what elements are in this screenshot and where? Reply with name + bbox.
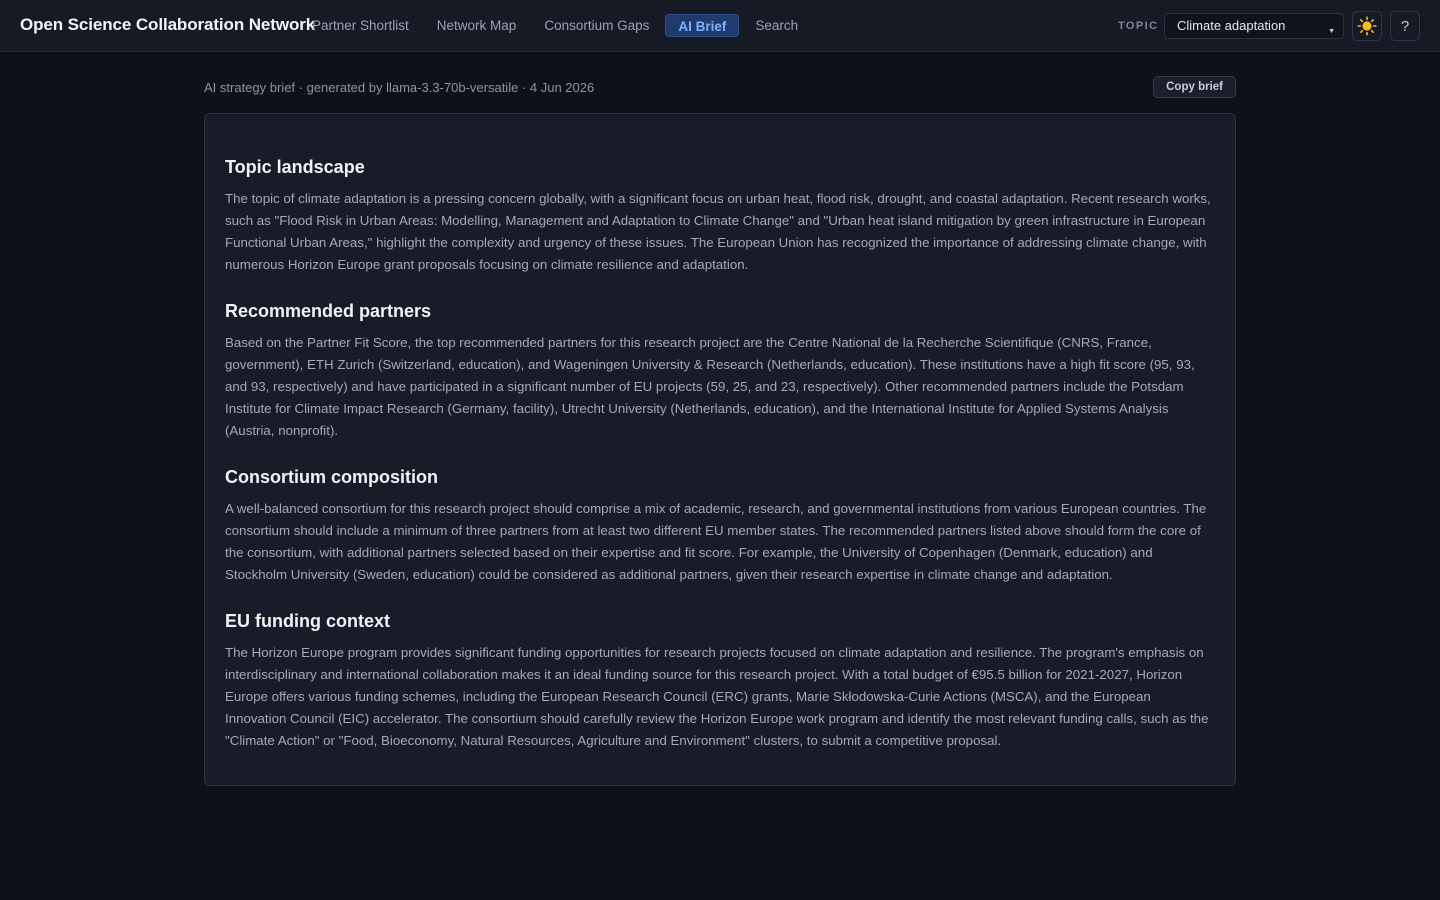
section-body: The Horizon Europe program provides sign…	[225, 645, 1209, 748]
help-icon: ?	[1400, 17, 1410, 35]
chevron-down-icon: ▼	[1328, 28, 1335, 35]
section-heading: Consortium composition	[225, 467, 438, 487]
nav-tab-ai-brief[interactable]: AI Brief	[665, 14, 740, 37]
theme-toggle-button[interactable]	[1352, 11, 1382, 41]
nav-tab-network-map[interactable]: Network Map	[425, 14, 529, 37]
nav-tab-search[interactable]: Search	[743, 14, 810, 37]
topic-select[interactable]: Climate adaptation ▼	[1164, 13, 1344, 39]
brief-section: Consortium composition A well-balanced c…	[225, 466, 1215, 586]
topic-select-value: Climate adaptation	[1177, 18, 1286, 33]
brief-section: EU funding context The Horizon Europe pr…	[225, 610, 1215, 752]
topic-label: TOPIC	[1118, 20, 1159, 32]
section-body: A well-balanced consortium for this rese…	[225, 501, 1207, 582]
brief-meta-row: AI strategy brief · generated by llama-3…	[204, 76, 1236, 100]
brief-section: Topic landscape The topic of climate ada…	[225, 156, 1215, 276]
section-heading: Recommended partners	[225, 301, 432, 321]
top-navigation-bar: Open Science Collaboration Network Partn…	[0, 0, 1440, 52]
brief-card: Topic landscape The topic of climate ada…	[204, 113, 1236, 786]
nav-tab-consortium-gaps[interactable]: Consortium Gaps	[532, 14, 661, 37]
main-nav: Partner Shortlist Network Map Consortium…	[300, 14, 810, 37]
section-body: Based on the Partner Fit Score, the top …	[225, 335, 1195, 438]
section-heading: Topic landscape	[225, 157, 365, 177]
app-title: Open Science Collaboration Network	[20, 15, 316, 34]
nav-tab-partner-shortlist[interactable]: Partner Shortlist	[300, 14, 421, 37]
sun-icon	[1357, 16, 1377, 36]
brief-meta: AI strategy brief · generated by llama-3…	[204, 80, 595, 95]
brief-section: Recommended partners Based on the Partne…	[225, 300, 1215, 442]
help-button[interactable]: ?	[1390, 11, 1420, 41]
section-body: The topic of climate adaptation is a pre…	[225, 191, 1211, 272]
copy-brief-button[interactable]: Copy brief	[1153, 76, 1236, 98]
section-heading: EU funding context	[225, 611, 390, 631]
